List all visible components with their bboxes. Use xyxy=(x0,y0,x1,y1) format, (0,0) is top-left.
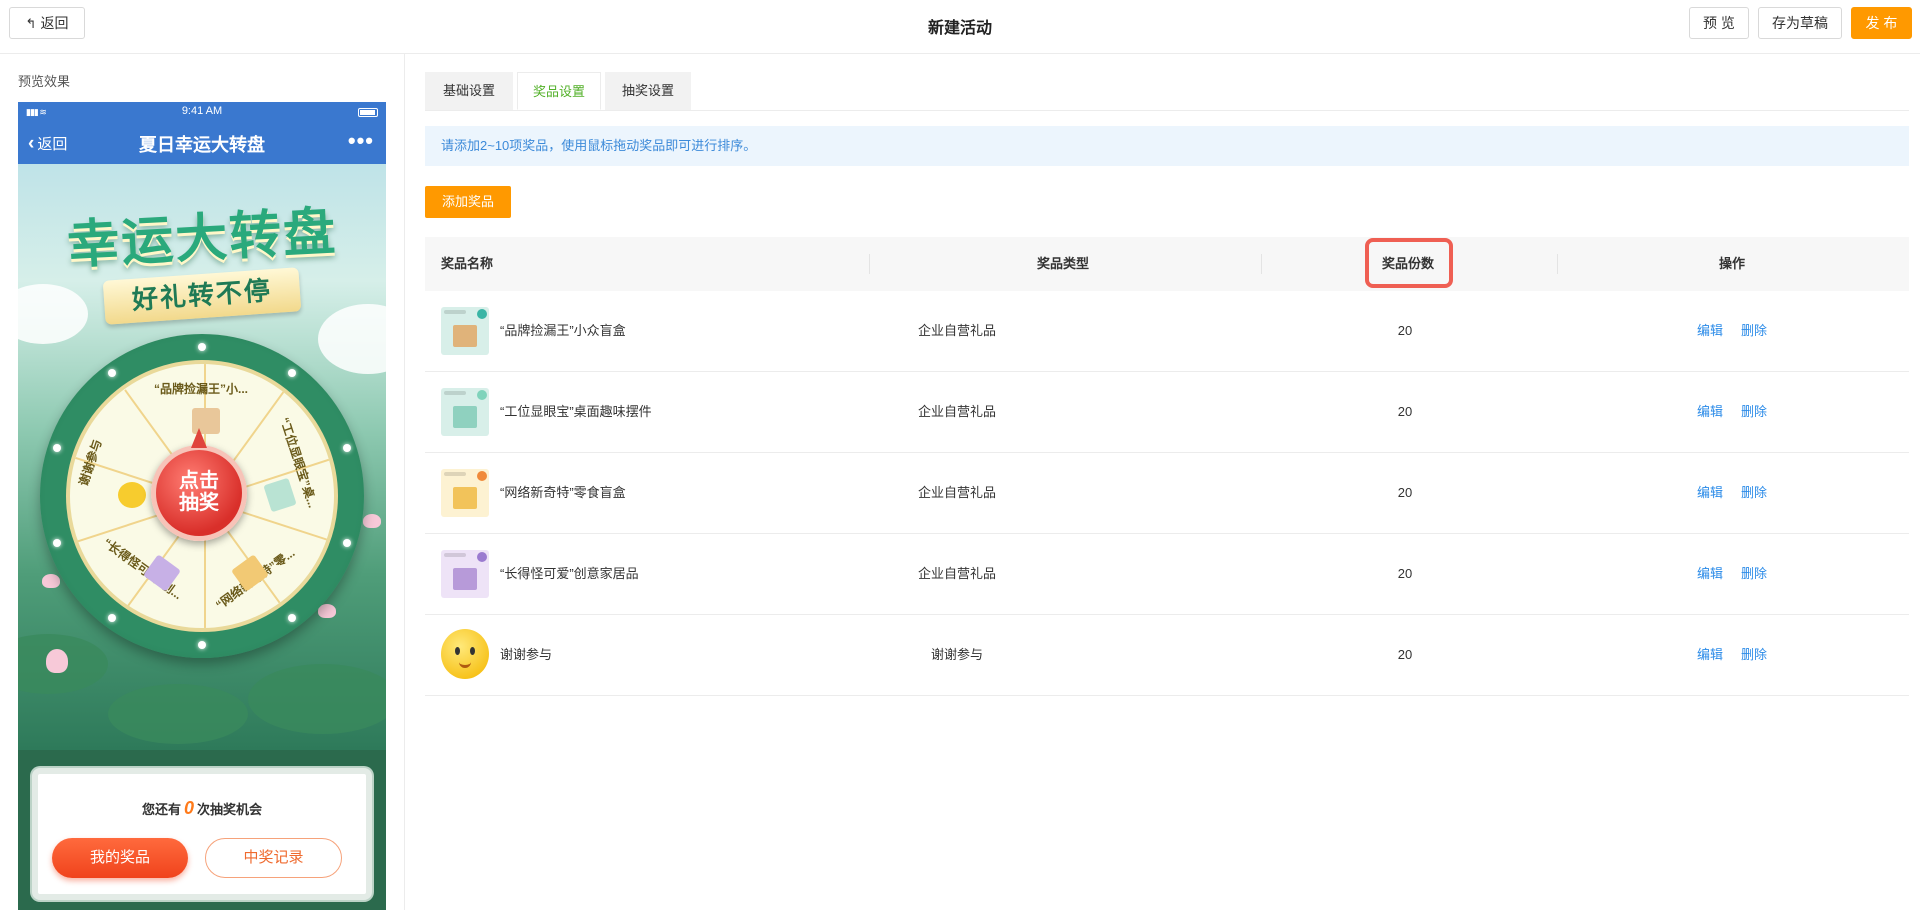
spin-button-line2: 抽奖 xyxy=(179,492,219,514)
lotus-flower xyxy=(42,574,60,588)
wheel-light xyxy=(108,369,116,377)
column-header-actions: 操作 xyxy=(1719,256,1746,271)
save-draft-button[interactable]: 存为草稿 xyxy=(1758,7,1842,39)
prize-type-text: 企业自营礼品 xyxy=(917,485,996,500)
edit-link[interactable]: 编辑 xyxy=(1697,453,1723,533)
prize-table: 奖品名称 奖品类型 奖品份数 操作 “品牌捡漏王”小众盲盒 企业自营礼品 20 … xyxy=(425,237,1909,696)
delete-link[interactable]: 删除 xyxy=(1741,453,1767,533)
lotus-flower xyxy=(363,514,381,528)
wheel-segment-label: 谢谢参与 xyxy=(76,437,105,488)
spin-button[interactable]: 点击 抽奖 xyxy=(151,428,247,541)
prize-count: 20 xyxy=(1397,566,1413,581)
wheel-light xyxy=(288,614,296,622)
table-row[interactable]: “品牌捡漏王”小众盲盒 企业自营礼品 20 编辑 删除 xyxy=(425,291,1909,372)
wheel-light xyxy=(198,343,206,351)
more-dots-icon[interactable]: ••• xyxy=(348,128,374,154)
prize-count: 20 xyxy=(1397,404,1413,419)
win-records-button[interactable]: 中奖记录 xyxy=(205,838,342,878)
edit-link[interactable]: 编辑 xyxy=(1697,534,1723,614)
column-divider xyxy=(869,254,870,274)
top-bar: ↰ 返回 新建活动 预 览 存为草稿 发 布 xyxy=(0,0,1920,54)
delete-link[interactable]: 删除 xyxy=(1741,615,1767,695)
edit-link[interactable]: 编辑 xyxy=(1697,291,1723,371)
table-row[interactable]: “长得怪可爱”创意家居品 企业自营礼品 20 编辑 删除 xyxy=(425,534,1909,615)
prize-type-text: 谢谢参与 xyxy=(930,647,983,662)
tab-prize-settings[interactable]: 奖品设置 xyxy=(517,72,601,110)
table-row[interactable]: “网络新奇特”零食盲盒 企业自营礼品 20 编辑 删除 xyxy=(425,453,1909,534)
tab-basic-settings[interactable]: 基础设置 xyxy=(425,72,513,110)
wheel-prize-image xyxy=(263,477,297,513)
wheel-light xyxy=(53,539,61,547)
status-time: 9:41 AM xyxy=(181,105,223,117)
chance-suffix: 次抽奖机会 xyxy=(197,802,263,817)
banner-subtitle: 好礼转不停 xyxy=(131,276,273,316)
edit-link[interactable]: 编辑 xyxy=(1697,615,1723,695)
delete-link[interactable]: 删除 xyxy=(1741,291,1767,371)
lily-pad xyxy=(248,664,386,734)
wheel-light xyxy=(198,641,206,649)
phone-preview: ▮▮▮ ≋ 9:41 AM ‹ 返回 夏日幸运大转盘 ••• 幸运大转盘 好礼转不… xyxy=(18,102,386,910)
preview-label: 预览效果 xyxy=(18,74,71,89)
prize-type-text: 企业自营礼品 xyxy=(917,566,996,581)
table-row[interactable]: 谢谢参与 谢谢参与 20 编辑 删除 xyxy=(425,615,1909,696)
tab-lottery-settings[interactable]: 抽奖设置 xyxy=(605,72,691,110)
chance-prefix: 您还有 xyxy=(141,802,181,817)
wheel-light xyxy=(343,444,351,452)
prize-type-text: 企业自营礼品 xyxy=(917,404,996,419)
publish-button[interactable]: 发 布 xyxy=(1851,7,1912,39)
column-divider xyxy=(1557,254,1558,274)
column-divider xyxy=(1261,254,1262,274)
column-header-type: 奖品类型 xyxy=(1037,256,1090,271)
wheel-light xyxy=(53,444,61,452)
cloud-decoration xyxy=(318,304,386,374)
tab-divider xyxy=(425,110,1909,111)
prize-count: 20 xyxy=(1397,485,1413,500)
prize-count: 20 xyxy=(1397,647,1413,662)
chance-card: 您还有 0 次抽奖机会 我的奖品 中奖记录 xyxy=(32,768,372,900)
lotus-flower xyxy=(46,649,68,673)
chance-count: 0 xyxy=(183,798,194,818)
cloud-decoration xyxy=(18,284,88,344)
lottery-scene: 幸运大转盘 好礼转不停 “品牌捡漏王”小... “工位显眼宝”桌... “长得怪… xyxy=(18,164,386,750)
wheel-segment-label: “品牌捡漏王”小... xyxy=(154,382,249,396)
thanks-emoji-icon xyxy=(118,482,146,508)
chance-text: 您还有 0 次抽奖机会 xyxy=(38,798,366,819)
lottery-wheel: “品牌捡漏王”小... “工位显眼宝”桌... “网络新奇特”零... “长得怪… xyxy=(40,334,364,658)
add-prize-button[interactable]: 添加奖品 xyxy=(425,186,511,218)
wheel-light xyxy=(108,614,116,622)
banner-ribbon: 好礼转不停 xyxy=(102,267,302,325)
prize-count: 20 xyxy=(1397,323,1413,338)
banner-title: 幸运大转盘 xyxy=(65,200,339,277)
column-header-name: 奖品名称 xyxy=(441,256,494,271)
my-prizes-button[interactable]: 我的奖品 xyxy=(52,838,188,878)
wheel-light xyxy=(343,539,351,547)
page-title: 新建活动 xyxy=(927,20,992,37)
delete-link[interactable]: 删除 xyxy=(1741,372,1767,452)
lily-pad xyxy=(108,684,248,744)
delete-link[interactable]: 删除 xyxy=(1741,534,1767,614)
preview-panel: 预览效果 ▮▮▮ ≋ 9:41 AM ‹ 返回 夏日幸运大转盘 ••• 幸运大转盘… xyxy=(0,54,405,910)
spin-button-line1: 点击 xyxy=(179,470,219,492)
phone-header: ▮▮▮ ≋ 9:41 AM ‹ 返回 夏日幸运大转盘 ••• xyxy=(18,102,386,164)
preview-button[interactable]: 预 览 xyxy=(1689,7,1749,39)
table-header: 奖品名称 奖品类型 奖品份数 操作 xyxy=(425,237,1909,291)
notice-banner: 请添加2~10项奖品，使用鼠标拖动奖品即可进行排序。 xyxy=(425,126,1909,166)
edit-link[interactable]: 编辑 xyxy=(1697,372,1723,452)
table-row[interactable]: “工位显眼宝”桌面趣味摆件 企业自营礼品 20 编辑 删除 xyxy=(425,372,1909,453)
highlight-box xyxy=(1365,238,1453,288)
prize-type-text: 企业自营礼品 xyxy=(917,323,996,338)
phone-title: 夏日幸运大转盘 xyxy=(139,135,265,155)
wheel-light xyxy=(288,369,296,377)
battery-icon xyxy=(358,108,378,117)
